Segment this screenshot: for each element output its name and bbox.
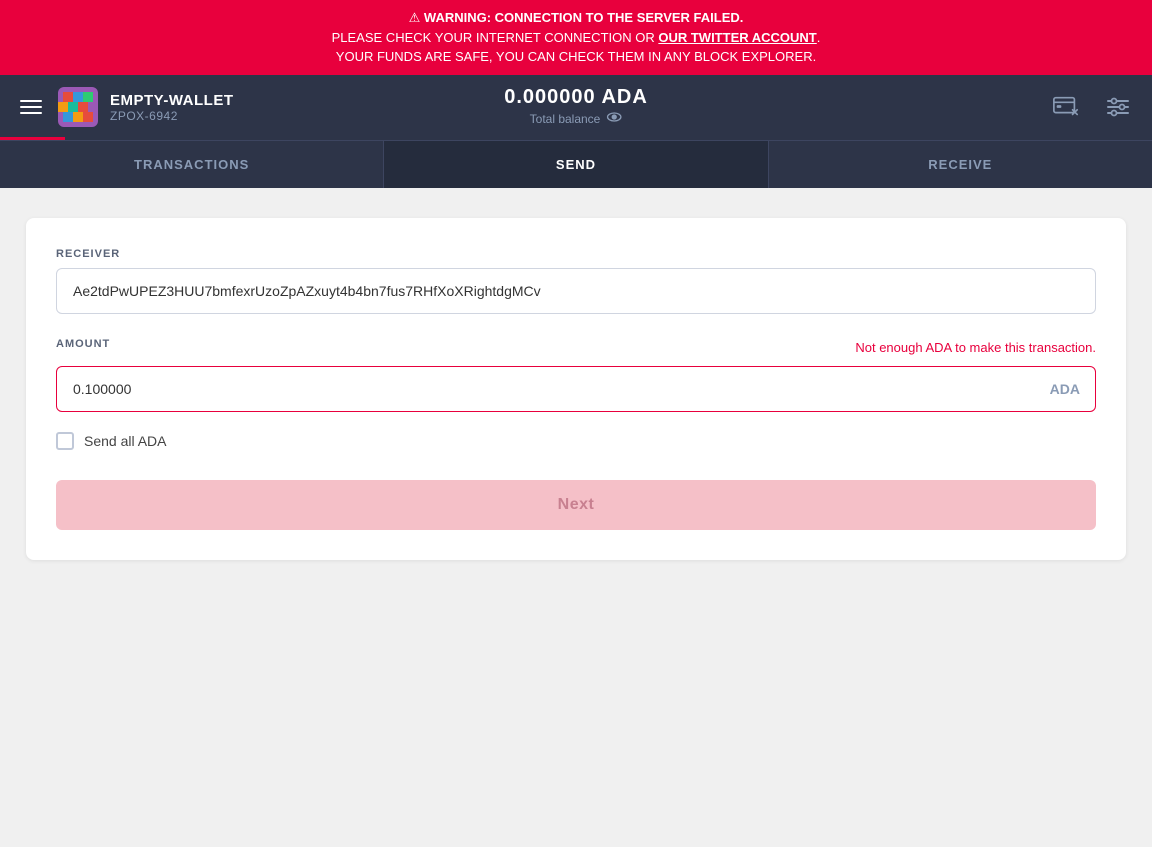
receiver-section: RECEIVER xyxy=(56,248,1096,314)
amount-header: AMOUNT Not enough ADA to make this trans… xyxy=(56,338,1096,358)
tab-bar: TRANSACTIONS SEND RECEIVE xyxy=(0,140,1152,188)
wallet-send-icon[interactable] xyxy=(1048,89,1084,125)
send-all-row: Send all ADA xyxy=(56,432,1096,450)
balance-amount: 0.000000 ADA xyxy=(504,86,648,109)
eye-icon[interactable] xyxy=(606,109,622,128)
nav-right-icons xyxy=(1048,89,1136,125)
tab-receive[interactable]: RECEIVE xyxy=(769,141,1152,188)
send-all-label[interactable]: Send all ADA xyxy=(84,433,167,449)
amount-input-wrapper: ADA xyxy=(56,366,1096,412)
warning-line3: YOUR FUNDS ARE SAFE, YOU CAN CHECK THEM … xyxy=(16,47,1136,67)
balance-section: 0.000000 ADA Total balance xyxy=(504,86,648,128)
settings-icon[interactable] xyxy=(1100,89,1136,125)
amount-label: AMOUNT xyxy=(56,338,110,350)
wallet-id: ZPOX-6942 xyxy=(110,109,234,123)
send-card: RECEIVER AMOUNT Not enough ADA to make t… xyxy=(26,218,1126,560)
amount-error: Not enough ADA to make this transaction. xyxy=(855,340,1096,355)
receiver-input[interactable] xyxy=(56,268,1096,314)
warning-line1: ⚠ WARNING: CONNECTION TO THE SERVER FAIL… xyxy=(16,8,1136,28)
warning-line2: PLEASE CHECK YOUR INTERNET CONNECTION OR… xyxy=(16,28,1136,48)
warning-title: WARNING: CONNECTION TO THE SERVER FAILED… xyxy=(424,10,743,25)
send-all-checkbox[interactable] xyxy=(56,432,74,450)
nav-wallet-section: EMPTY-WALLET ZPOX-6942 xyxy=(58,87,234,127)
warning-icon: ⚠ xyxy=(409,10,421,25)
receiver-label: RECEIVER xyxy=(56,248,1096,260)
wallet-info: EMPTY-WALLET ZPOX-6942 xyxy=(110,92,234,123)
avatar-image xyxy=(58,87,98,127)
balance-label: Total balance xyxy=(530,112,601,126)
navbar: EMPTY-WALLET ZPOX-6942 0.000000 ADA Tota… xyxy=(0,75,1152,140)
amount-input[interactable] xyxy=(56,366,1096,412)
active-nav-indicator xyxy=(0,137,65,140)
menu-icon[interactable] xyxy=(16,96,46,118)
amount-section: AMOUNT Not enough ADA to make this trans… xyxy=(56,338,1096,412)
warning-banner: ⚠ WARNING: CONNECTION TO THE SERVER FAIL… xyxy=(0,0,1152,75)
tab-transactions[interactable]: TRANSACTIONS xyxy=(0,141,384,188)
wallet-avatar xyxy=(58,87,98,127)
wallet-name: EMPTY-WALLET xyxy=(110,92,234,109)
balance-label-row: Total balance xyxy=(504,109,648,128)
twitter-link[interactable]: OUR TWITTER ACCOUNT xyxy=(658,30,816,45)
tab-send[interactable]: SEND xyxy=(384,141,768,188)
warning-suffix: . xyxy=(817,30,821,45)
main-content: RECEIVER AMOUNT Not enough ADA to make t… xyxy=(0,188,1152,590)
warning-prefix: PLEASE CHECK YOUR INTERNET CONNECTION OR xyxy=(332,30,659,45)
next-button[interactable]: Next xyxy=(56,480,1096,530)
